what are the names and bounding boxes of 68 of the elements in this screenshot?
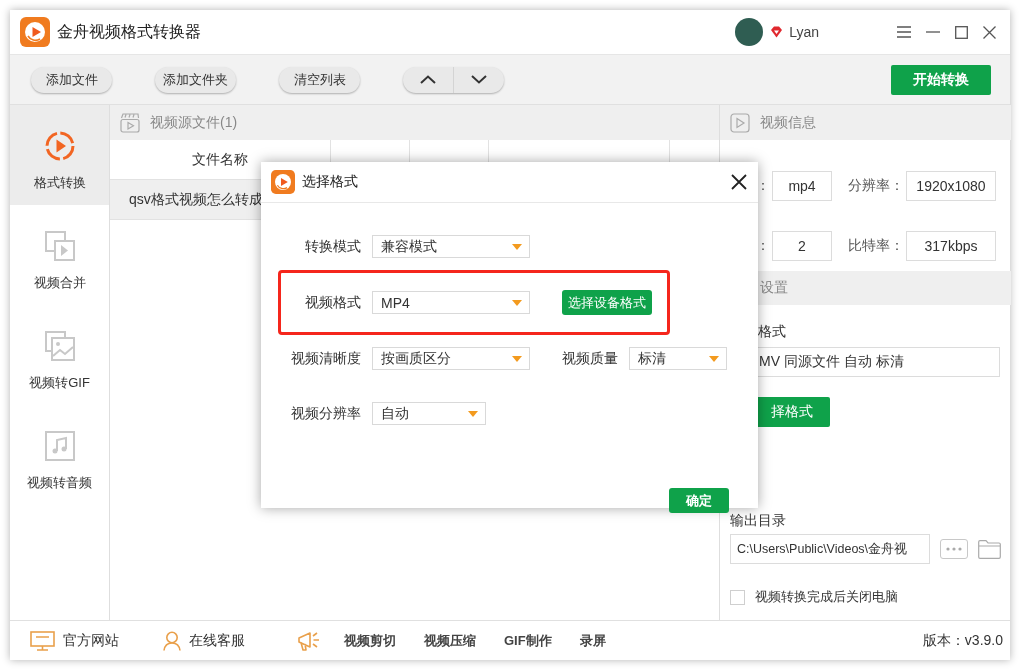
section-title: 视频信息 xyxy=(760,113,816,132)
tool-link[interactable]: 录屏 xyxy=(579,631,606,650)
footer-link[interactable]: 官方网站 xyxy=(30,630,119,651)
dropdown[interactable]: 自动 xyxy=(372,402,486,425)
info-label: 比特率： xyxy=(848,237,904,255)
field-label: 视频质量 xyxy=(562,349,618,368)
person-icon xyxy=(163,630,181,651)
sidebar-label: 格式转换 xyxy=(33,174,86,192)
music-note-icon xyxy=(43,430,76,462)
footer-link[interactable]: 在线客服 xyxy=(163,630,245,651)
maximize-icon[interactable] xyxy=(955,25,968,39)
toolbar-button[interactable]: 清空列表 xyxy=(279,66,360,93)
caret-icon xyxy=(468,410,478,417)
info-label: 分辨率： xyxy=(848,177,904,195)
info-value: 317kbps xyxy=(906,231,996,261)
caret-icon xyxy=(512,299,522,306)
dots-icon xyxy=(946,547,962,551)
app-logo-icon xyxy=(20,17,50,47)
info-label: ： xyxy=(756,237,770,255)
merge-icon xyxy=(43,230,76,262)
clapperboard-icon xyxy=(120,112,140,133)
sidebar-label: 视频转GIF xyxy=(29,374,90,392)
field-label: 输出目录 xyxy=(730,512,786,528)
dropdown[interactable]: 标清 xyxy=(629,347,727,370)
gem-icon xyxy=(770,26,784,38)
sidebar-label: 视频合并 xyxy=(33,274,86,292)
info-value: 1920x1080 xyxy=(906,171,996,201)
convert-icon xyxy=(43,130,76,162)
dropdown[interactable]: 按画质区分 xyxy=(372,347,530,370)
field-label: 视频分辨率 xyxy=(291,404,361,423)
tool-link[interactable]: 视频压缩 xyxy=(424,631,476,650)
caret-icon xyxy=(512,243,522,250)
sidebar-item[interactable]: 格式转换 xyxy=(10,105,109,205)
path-field[interactable]: C:\Users\Public\Videos\金舟视 xyxy=(730,534,930,564)
version-label: 版本：v3.9.0 xyxy=(922,631,1003,650)
caret-icon xyxy=(512,355,522,362)
field-label: 格式 xyxy=(758,323,786,339)
tool-link[interactable]: GIF制作 xyxy=(504,631,552,650)
image-icon xyxy=(43,330,76,362)
section-title: 设置 xyxy=(760,279,788,297)
field-label: 视频清晰度 xyxy=(291,349,361,368)
checkbox[interactable] xyxy=(730,589,745,605)
section-title: 视频源文件(1) xyxy=(150,113,238,132)
field-label: 转换模式 xyxy=(305,237,361,256)
sidebar-label: 视频转音频 xyxy=(27,474,92,492)
avatar[interactable] xyxy=(735,18,764,46)
close-icon[interactable] xyxy=(731,174,747,190)
monitor-icon xyxy=(30,630,55,651)
tool-link[interactable]: 视频剪切 xyxy=(344,631,396,650)
caret-icon xyxy=(709,355,719,362)
field-label: 视频格式 xyxy=(305,293,361,312)
close-icon[interactable] xyxy=(983,25,996,39)
checkbox-label: 视频转换完成后关闭电脑 xyxy=(755,588,898,606)
info-label: ： xyxy=(756,177,770,195)
info-value: mp4 xyxy=(772,171,832,201)
video-icon xyxy=(730,112,750,133)
app-title: 金舟视频格式转换器 xyxy=(57,21,201,42)
user-name[interactable]: Lyan xyxy=(789,24,819,40)
chevron-up-icon xyxy=(420,75,436,84)
dropdown[interactable]: 兼容模式 xyxy=(372,235,530,258)
megaphone-icon xyxy=(296,629,322,652)
toolbar-button[interactable]: 添加文件 xyxy=(31,66,112,93)
toolbar-button[interactable]: 添加文件夹 xyxy=(155,66,236,93)
chevron-down-icon xyxy=(471,75,487,84)
app-logo-icon xyxy=(271,170,295,194)
info-value: 2 xyxy=(772,231,832,261)
menu-icon[interactable] xyxy=(897,26,911,38)
dropdown[interactable]: MP4 xyxy=(372,291,530,314)
